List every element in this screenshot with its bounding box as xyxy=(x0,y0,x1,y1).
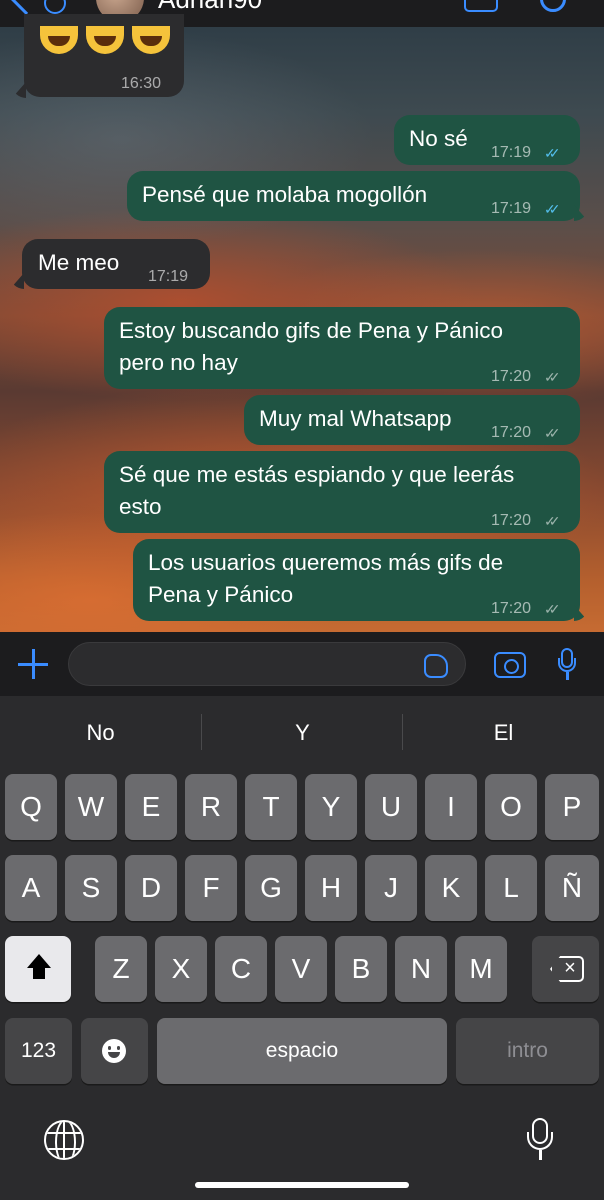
video-call-icon[interactable] xyxy=(464,0,498,12)
plus-icon[interactable] xyxy=(18,649,48,679)
key[interactable]: S xyxy=(65,855,117,921)
microphone-icon[interactable] xyxy=(558,648,576,682)
space-key[interactable]: espacio xyxy=(157,1018,447,1084)
face-with-tears-of-joy-icon xyxy=(86,26,124,54)
message-time: 17:20 xyxy=(491,424,532,441)
emoji-row xyxy=(40,26,170,54)
message-time: 17:19 xyxy=(491,200,532,217)
key[interactable]: J xyxy=(365,855,417,921)
message-text: Sé que me estás espiando y que leerás xyxy=(119,462,515,487)
key[interactable]: M xyxy=(455,936,507,1002)
message-time: 17:20 xyxy=(491,368,532,385)
message-bubble-outgoing[interactable]: Estoy buscando gifs de Pena y Pánico per… xyxy=(104,307,580,389)
message-text-line-2: Pena y Pánico xyxy=(148,582,294,607)
message-time: 17:19 xyxy=(491,144,532,161)
suggestion-2[interactable]: Y xyxy=(202,696,403,770)
delivered-receipt-icon: ✓✓ xyxy=(544,425,561,441)
suggestion-3[interactable]: El xyxy=(403,696,604,770)
delivered-receipt-icon: ✓✓ xyxy=(544,513,561,529)
key[interactable]: Q xyxy=(5,774,57,840)
return-key[interactable]: intro xyxy=(456,1018,599,1084)
key[interactable]: H xyxy=(305,855,357,921)
key[interactable]: O xyxy=(485,774,537,840)
key[interactable]: Y xyxy=(305,774,357,840)
message-text-line-2: pero no hay xyxy=(119,350,238,375)
shift-arrow-icon xyxy=(27,954,51,968)
phone-call-icon[interactable] xyxy=(540,0,566,12)
message-time: 17:19 xyxy=(148,268,189,285)
key[interactable]: F xyxy=(185,855,237,921)
message-bubble-outgoing[interactable]: Sé que me estás espiando y que leerás es… xyxy=(104,451,580,533)
key[interactable]: Ñ xyxy=(545,855,599,921)
delivered-receipt-icon: ✓✓ xyxy=(544,369,561,385)
key[interactable]: I xyxy=(425,774,477,840)
face-with-tears-of-joy-icon xyxy=(40,26,78,54)
key[interactable]: X xyxy=(155,936,207,1002)
unread-count-badge xyxy=(44,0,66,14)
shift-key[interactable] xyxy=(5,936,71,1002)
sticker-icon[interactable] xyxy=(424,654,448,678)
key[interactable]: U xyxy=(365,774,417,840)
message-input-bar xyxy=(0,632,604,696)
key[interactable]: B xyxy=(335,936,387,1002)
numbers-key[interactable]: 123 xyxy=(5,1018,72,1084)
message-text: Los usuarios queremos más gifs de xyxy=(148,550,504,575)
message-bubble-outgoing[interactable]: Muy mal Whatsapp 17:20 ✓✓ xyxy=(244,395,580,445)
dictation-microphone-icon[interactable] xyxy=(527,1118,553,1162)
message-text: No sé xyxy=(409,126,468,151)
message-bubble-incoming[interactable]: Me meo 17:19 xyxy=(22,239,210,289)
keyboard: No Y El Q W E R T Y U I O P A S D F G H … xyxy=(0,696,604,1200)
key[interactable]: W xyxy=(65,774,117,840)
key[interactable]: N xyxy=(395,936,447,1002)
key[interactable]: C xyxy=(215,936,267,1002)
key[interactable]: K xyxy=(425,855,477,921)
message-time: 16:30 xyxy=(121,75,162,92)
message-time: 17:20 xyxy=(491,512,532,529)
key[interactable]: A xyxy=(5,855,57,921)
contact-name[interactable]: Adrian90 xyxy=(158,0,262,15)
key[interactable]: E xyxy=(125,774,177,840)
key[interactable]: P xyxy=(545,774,599,840)
backspace-key[interactable]: × xyxy=(532,936,599,1002)
key[interactable]: R xyxy=(185,774,237,840)
globe-icon[interactable] xyxy=(44,1120,84,1160)
key[interactable]: G xyxy=(245,855,297,921)
message-text: Pensé que molaba mogollón xyxy=(142,182,428,207)
suggestion-1[interactable]: No xyxy=(0,696,201,770)
message-text: Muy mal Whatsapp xyxy=(259,406,452,431)
key[interactable]: T xyxy=(245,774,297,840)
message-input[interactable] xyxy=(68,642,466,686)
message-text-line-2: esto xyxy=(119,494,162,519)
key[interactable]: L xyxy=(485,855,537,921)
back-chevron-icon[interactable] xyxy=(9,0,43,15)
home-indicator[interactable] xyxy=(195,1182,409,1188)
read-receipt-icon: ✓✓ xyxy=(544,145,561,161)
read-receipt-icon: ✓✓ xyxy=(544,201,561,217)
message-bubble-outgoing[interactable]: No sé 17:19 ✓✓ xyxy=(394,115,580,165)
message-bubble-outgoing[interactable]: Los usuarios queremos más gifs de Pena y… xyxy=(133,539,580,621)
message-time: 17:20 xyxy=(491,600,532,617)
message-bubble-incoming[interactable]: 16:30 xyxy=(24,14,184,97)
emoji-face-icon xyxy=(102,1039,126,1063)
message-text: Me meo xyxy=(38,250,120,275)
key[interactable]: Z xyxy=(95,936,147,1002)
camera-icon[interactable] xyxy=(494,652,526,678)
emoji-key[interactable] xyxy=(81,1018,148,1084)
face-with-tears-of-joy-icon xyxy=(132,26,170,54)
message-bubble-outgoing[interactable]: Pensé que molaba mogollón 17:19 ✓✓ xyxy=(127,171,580,221)
message-text: Estoy buscando gifs de Pena y Pánico xyxy=(119,318,503,343)
key[interactable]: V xyxy=(275,936,327,1002)
delivered-receipt-icon: ✓✓ xyxy=(544,601,561,617)
key[interactable]: D xyxy=(125,855,177,921)
